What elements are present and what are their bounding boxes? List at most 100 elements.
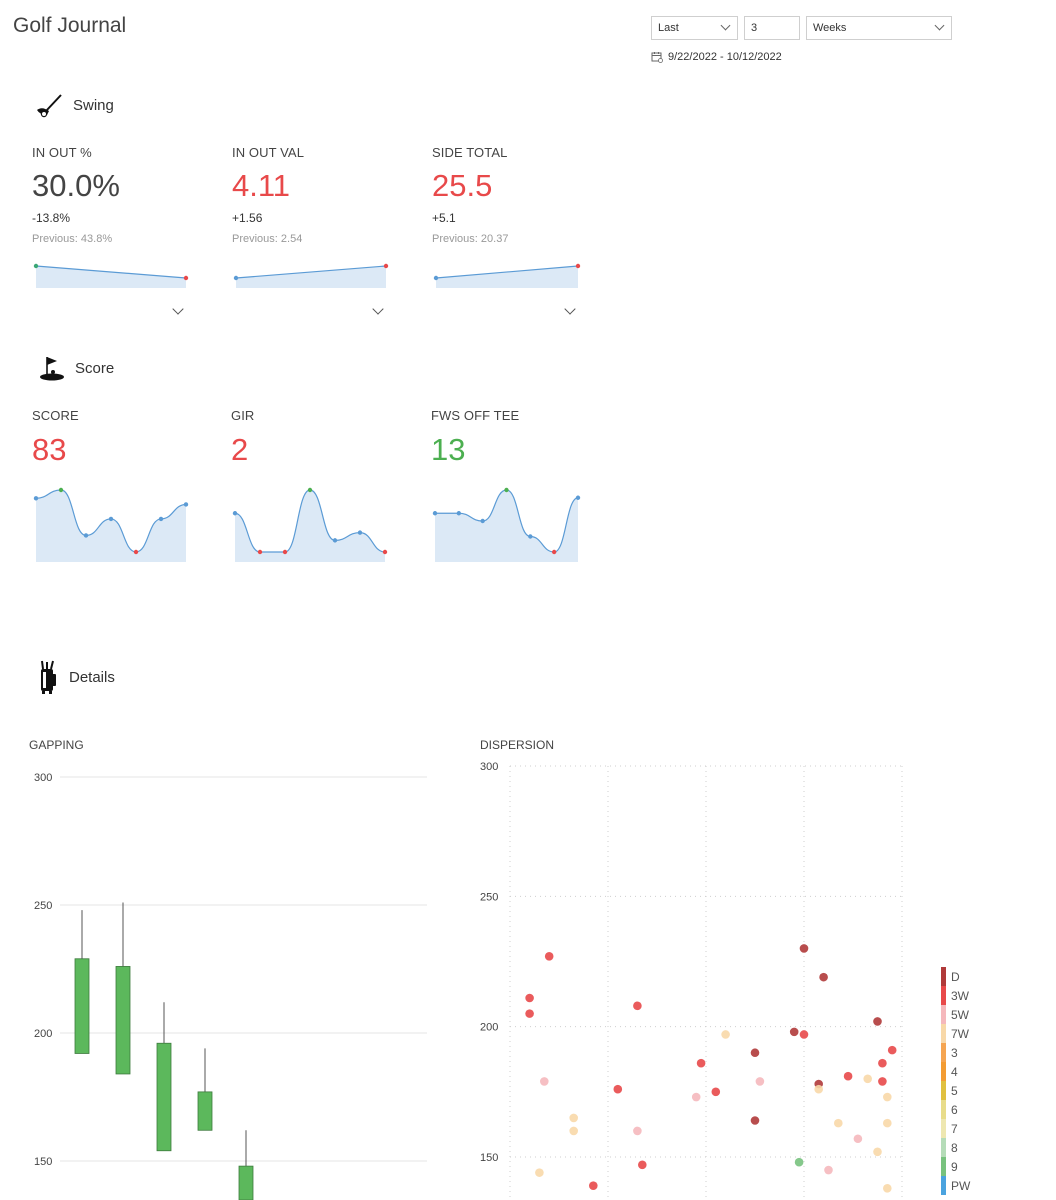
kpi-label: SIDE TOTAL	[432, 145, 508, 160]
chevron-down-icon[interactable]	[172, 303, 184, 315]
sparkline-point	[233, 275, 239, 281]
y-tick-label: 300	[480, 761, 498, 773]
chevron-down-icon[interactable]	[564, 303, 576, 315]
legend-label: 8	[951, 1141, 958, 1155]
section-swing-label: Swing	[73, 96, 114, 114]
scatter-point	[824, 1165, 833, 1175]
sparkline-point	[528, 534, 533, 539]
scatter-point	[819, 972, 828, 982]
legend-label: 3W	[951, 989, 970, 1003]
sparkline-point	[257, 549, 263, 555]
scatter-point	[883, 1183, 892, 1193]
period-select-value: Last	[658, 22, 679, 34]
sparkline-point	[357, 530, 363, 535]
kpi-label: IN OUT %	[32, 145, 92, 160]
kpi-value: 30.0%	[32, 168, 120, 203]
section-details-label: Details	[69, 668, 115, 686]
scatter-point	[878, 1058, 887, 1068]
sparkline-point	[382, 549, 388, 555]
sparkline-area	[436, 266, 578, 288]
sparkline-point	[58, 487, 64, 493]
scatter-point	[569, 1126, 578, 1136]
scatter-point	[535, 1168, 544, 1177]
sparkline-area	[236, 266, 386, 288]
scatter-point	[843, 1071, 853, 1081]
y-tick-label: 300	[34, 772, 52, 784]
kpi-label: SCORE	[32, 408, 79, 423]
scatter-point	[863, 1074, 872, 1084]
kpi-value: 4.11	[232, 168, 291, 203]
legend-swatch	[941, 1100, 946, 1119]
sparkline-point	[282, 549, 288, 555]
sparkline-point	[33, 263, 39, 269]
period-count-value: 3	[751, 22, 758, 34]
section-score-label: Score	[75, 359, 115, 377]
scatter-point	[569, 1113, 578, 1123]
scatter-point	[633, 1126, 642, 1136]
sparkline-point	[108, 516, 114, 522]
scatter-point	[878, 1077, 887, 1086]
legend-label: 3	[951, 1046, 958, 1060]
golf-club-icon	[37, 94, 62, 118]
legend-label: 9	[951, 1160, 958, 1174]
kpi-previous: Previous: 2.54	[232, 233, 303, 245]
scatter-point	[525, 993, 534, 1003]
legend-swatch	[941, 1024, 946, 1043]
chevron-down-icon[interactable]	[372, 303, 384, 315]
scatter-point	[544, 951, 554, 961]
sparkline-point	[158, 516, 164, 522]
candle-box	[197, 1091, 213, 1131]
scatter-point	[873, 1017, 882, 1026]
dispersion-chart: 300 250 200 150 D 3W 5W 7W 3 4 5 6 7 8 9 PW	[480, 761, 971, 1200]
section-details: Details	[37, 660, 115, 694]
y-tick-label: 250	[480, 891, 498, 903]
sparkline-point	[504, 487, 509, 493]
kpi-label: IN OUT VAL	[232, 145, 305, 160]
kpi-value: 83	[32, 432, 67, 467]
sparkline-point	[33, 496, 39, 501]
sparkline-point	[575, 495, 581, 500]
sparkline	[432, 487, 581, 562]
sparkline-point	[433, 275, 439, 281]
sparkline-point	[307, 487, 313, 493]
sparkline-point	[551, 549, 557, 555]
scatter-point	[721, 1030, 730, 1039]
scatter-point	[883, 1092, 892, 1102]
legend-swatch	[941, 1138, 946, 1157]
legend-label: PW	[951, 1179, 971, 1193]
section-score: Score	[39, 354, 114, 382]
y-tick-label: 200	[480, 1022, 498, 1034]
legend-swatch	[941, 1005, 946, 1024]
scatter-point	[540, 1077, 549, 1086]
sparkline	[33, 487, 189, 562]
y-tick-label: 150	[34, 1156, 52, 1168]
legend-label: 4	[951, 1065, 958, 1079]
period-unit-value: Weeks	[813, 22, 847, 34]
legend-label: 5W	[951, 1008, 970, 1022]
kpi-delta: -13.8%	[32, 211, 71, 225]
candle-box	[238, 1165, 254, 1200]
y-tick-label: 250	[34, 900, 52, 912]
sparkline-point	[83, 533, 89, 538]
kpi-value: 2	[231, 432, 249, 467]
sparkline-point	[133, 549, 139, 555]
gapping-chart-title: GAPPING	[29, 738, 84, 752]
legend-label: D	[951, 970, 960, 984]
legend-swatch	[941, 1157, 946, 1176]
period-select[interactable]: Last	[651, 16, 738, 40]
kpi-label: FWS OFF TEE	[431, 408, 520, 423]
period-unit-select[interactable]: Weeks	[806, 16, 952, 40]
legend-label: 6	[951, 1103, 958, 1117]
kpi-delta: +1.56	[232, 211, 263, 225]
date-range-text: 9/22/2022 - 10/12/2022	[668, 51, 782, 63]
legend-swatch	[941, 1081, 946, 1100]
scatter-point	[799, 1030, 809, 1039]
sparkline-point	[456, 511, 462, 516]
sparkline	[433, 263, 581, 288]
scatter-point	[696, 1058, 706, 1068]
legend-label: 5	[951, 1084, 958, 1098]
period-count-input[interactable]: 3	[744, 16, 800, 40]
date-range: 9/22/2022 - 10/12/2022	[651, 51, 782, 63]
chevron-down-icon	[720, 20, 731, 31]
kpi-delta: +5.1	[432, 211, 456, 225]
